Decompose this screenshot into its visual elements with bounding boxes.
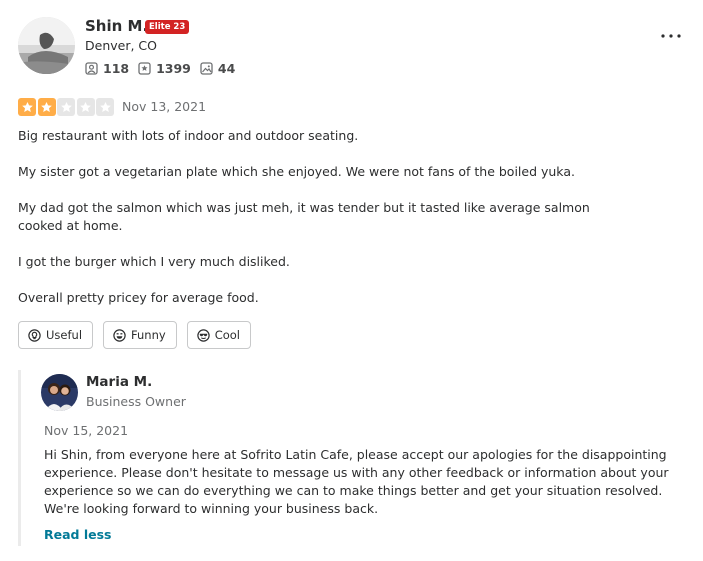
review-star-icon bbox=[138, 61, 151, 75]
lightbulb-icon bbox=[28, 328, 41, 342]
star-empty-icon bbox=[57, 98, 75, 116]
star-empty-icon bbox=[76, 98, 95, 116]
elite-badge[interactable]: Elite 23 bbox=[145, 20, 190, 34]
reviews-stat: 1399 bbox=[138, 61, 191, 76]
review-paragraph: My dad got the salmon which was just meh… bbox=[18, 200, 590, 233]
star-rating bbox=[18, 98, 116, 116]
owner-role: Business Owner bbox=[86, 394, 186, 409]
reviewer-name[interactable]: Shin M. bbox=[85, 17, 148, 35]
star-filled-icon bbox=[18, 98, 36, 116]
friends-icon bbox=[85, 61, 98, 75]
more-options-button[interactable] bbox=[657, 26, 685, 46]
cool-label: Cool bbox=[214, 328, 240, 342]
more-dots-icon bbox=[661, 34, 681, 38]
review-paragraph: My sister got a vegetarian plate which s… bbox=[18, 164, 575, 179]
star-filled-icon bbox=[37, 98, 56, 116]
reviewer-stats: 118 1399 44 bbox=[85, 59, 244, 77]
review-paragraph: Big restaurant with lots of indoor and o… bbox=[18, 128, 359, 143]
star-empty-icon bbox=[96, 98, 114, 116]
useful-label: Useful bbox=[46, 328, 83, 342]
friends-count: 118 bbox=[103, 60, 130, 76]
photos-stat: 44 bbox=[200, 61, 235, 76]
funny-label: Funny bbox=[131, 328, 166, 342]
photo-icon bbox=[200, 61, 213, 75]
reply-date: Nov 15, 2021 bbox=[44, 423, 129, 438]
funny-button[interactable]: Funny bbox=[103, 321, 177, 349]
sunglasses-face-icon bbox=[197, 328, 210, 342]
read-less-link[interactable]: Read less bbox=[44, 527, 111, 542]
reviews-count: 1399 bbox=[156, 60, 191, 76]
review-paragraph: I got the burger which I very much disli… bbox=[18, 254, 290, 269]
owner-name: Maria M. bbox=[86, 374, 153, 390]
photos-count: 44 bbox=[217, 60, 236, 76]
owner-avatar[interactable] bbox=[41, 374, 78, 411]
review-text: Big restaurant with lots of indoor and o… bbox=[18, 127, 618, 325]
reviewer-location: Denver, CO bbox=[85, 38, 157, 53]
owner-reply-text: Hi Shin, from everyone here at Sofrito L… bbox=[44, 447, 669, 516]
review-date: Nov 13, 2021 bbox=[122, 99, 207, 114]
cool-button[interactable]: Cool bbox=[186, 321, 251, 349]
useful-button[interactable]: Useful bbox=[18, 321, 94, 349]
friends-stat: 118 bbox=[85, 61, 129, 76]
review-paragraph: Overall pretty pricey for average food. bbox=[18, 290, 259, 305]
reply-divider bbox=[18, 370, 21, 546]
reviewer-avatar[interactable] bbox=[18, 17, 75, 74]
funny-face-icon bbox=[113, 328, 126, 342]
reaction-buttons: Useful Funny Cool bbox=[18, 321, 261, 349]
